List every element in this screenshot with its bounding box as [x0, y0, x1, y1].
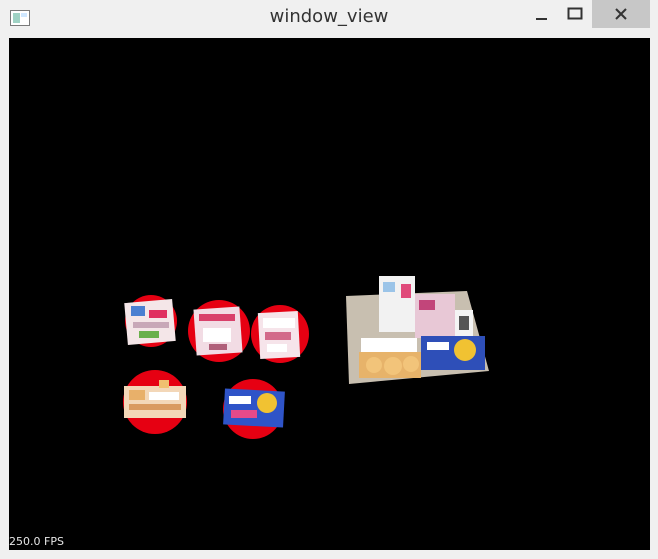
maximize-button[interactable] — [558, 0, 592, 28]
detected-object-4 — [123, 370, 187, 434]
detected-object-3 — [251, 305, 309, 363]
detected-object-1 — [124, 295, 177, 347]
render-viewport[interactable]: 250.0 FPS — [9, 38, 650, 550]
maximize-icon — [567, 7, 583, 20]
title-bar[interactable]: window_view — [0, 0, 658, 38]
close-icon — [615, 8, 627, 20]
detected-object-tray — [346, 276, 489, 384]
fps-counter: 250.0 FPS — [9, 535, 64, 548]
detected-object-5 — [223, 379, 285, 439]
point-cloud-scene — [123, 276, 489, 439]
detected-object-2 — [188, 300, 250, 362]
minimize-icon — [536, 18, 547, 20]
minimize-button[interactable] — [522, 0, 560, 28]
close-button[interactable] — [592, 0, 650, 28]
